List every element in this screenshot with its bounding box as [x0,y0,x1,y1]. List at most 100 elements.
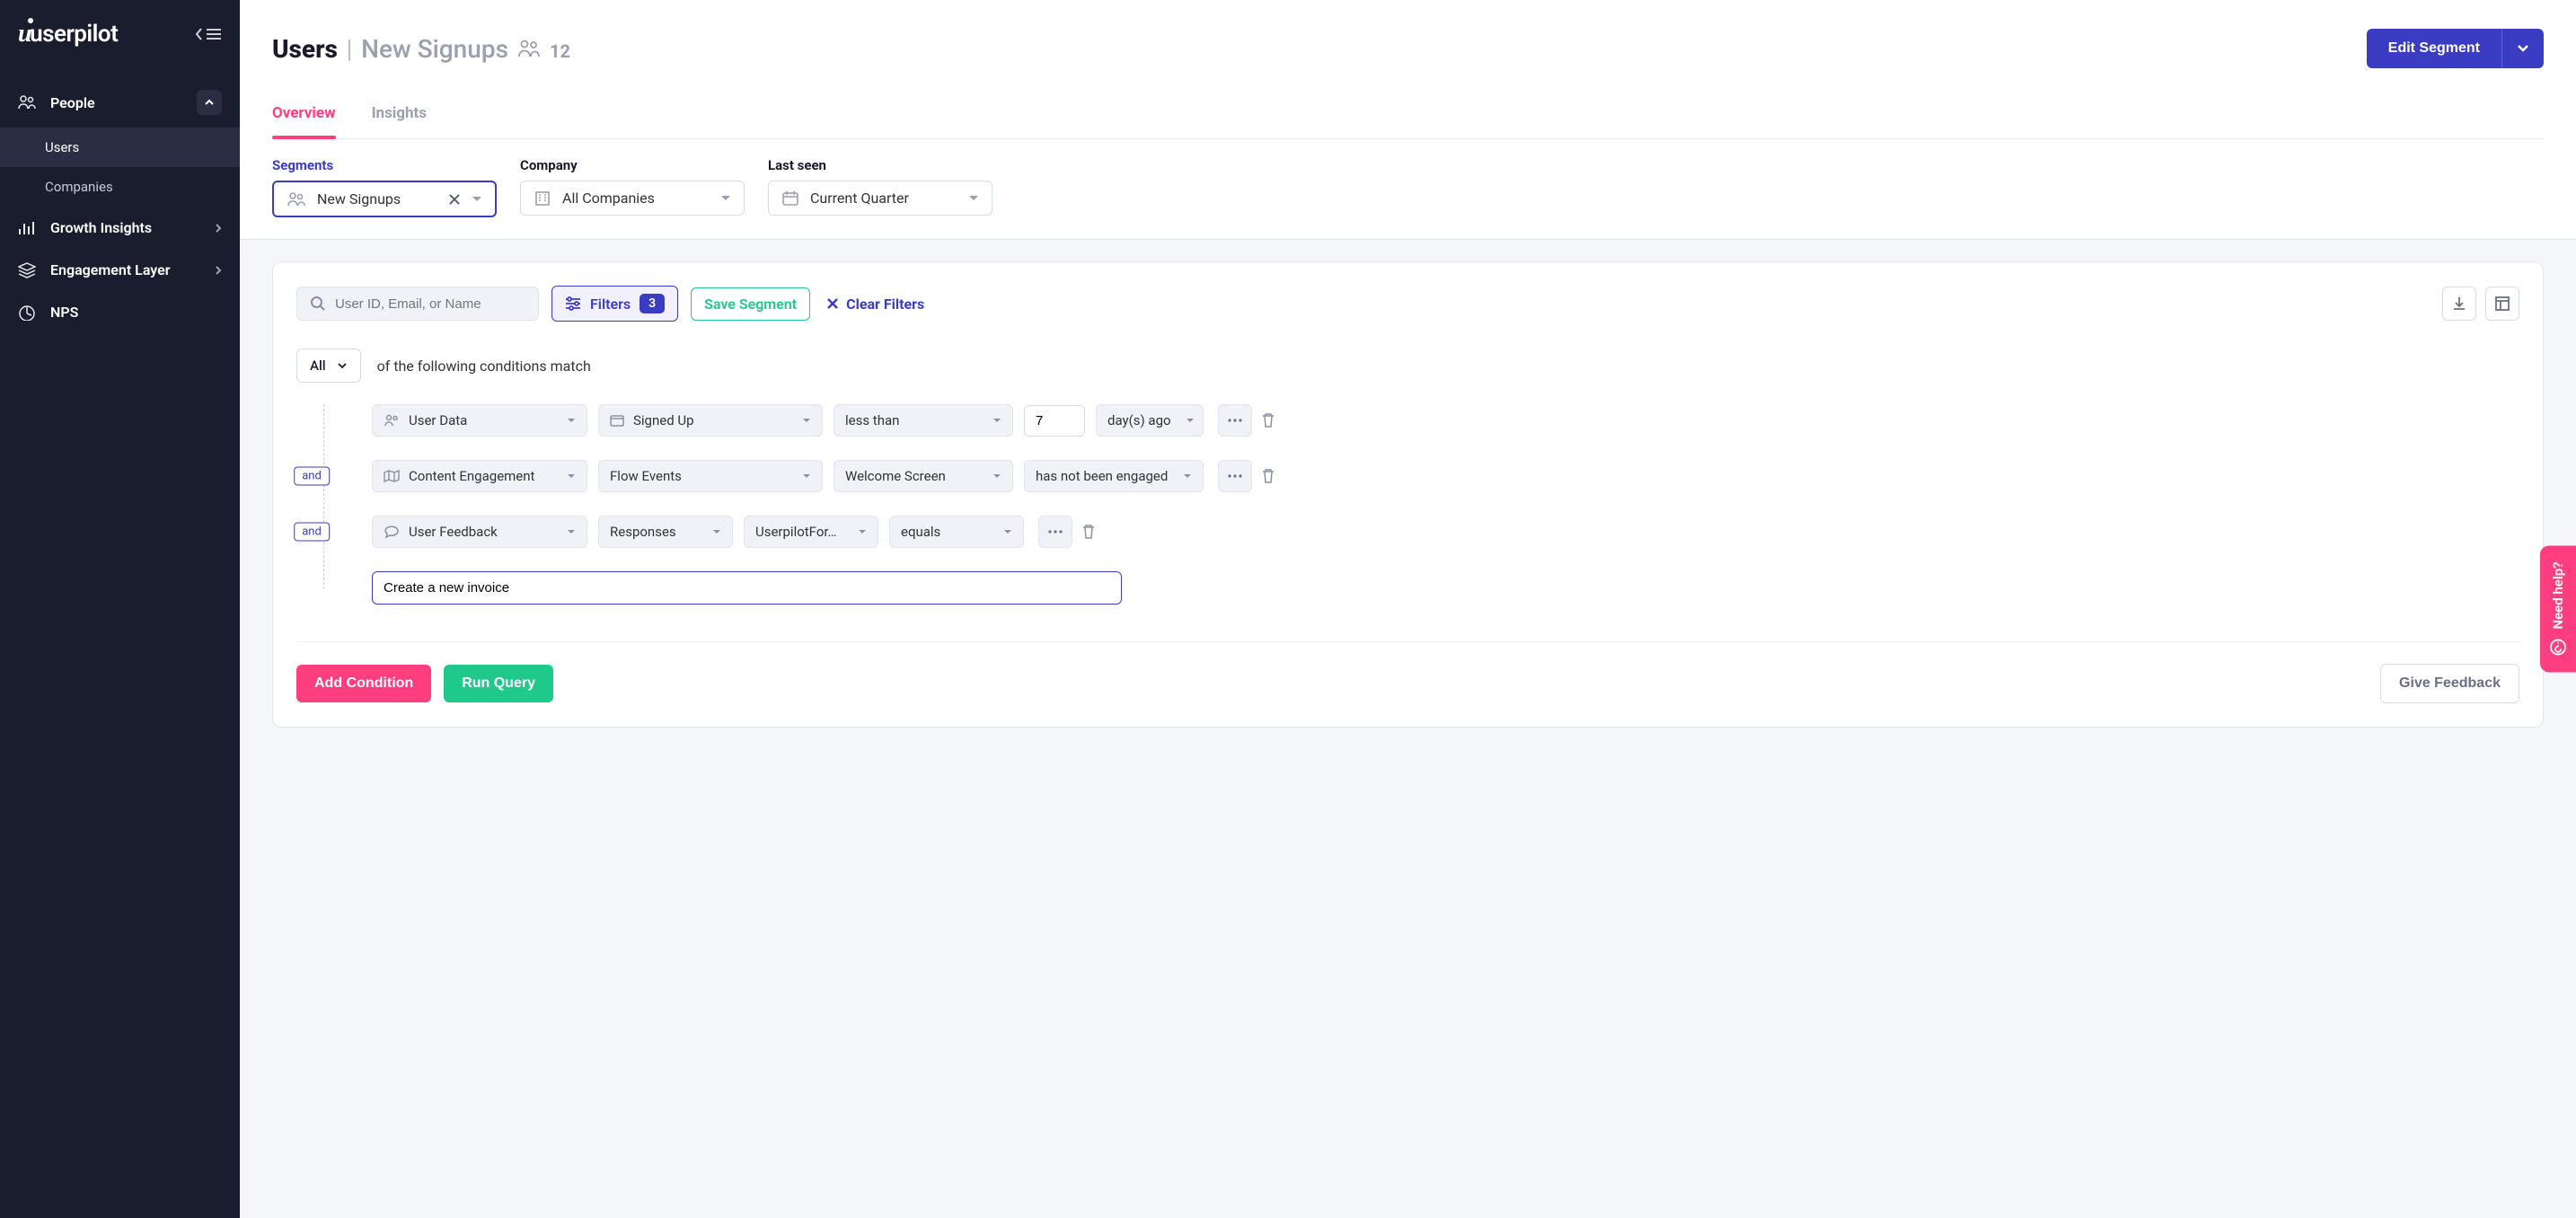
caret-down-icon [802,418,811,423]
condition-value-input[interactable] [372,571,1122,605]
give-feedback-button[interactable]: Give Feedback [2380,664,2519,703]
operator-value: less than [845,412,978,428]
main: Users | New Signups 12 Edit Segment Over [240,0,2576,1218]
clear-filters-label: Clear Filters [846,296,924,313]
query-panel: Filters 3 Save Segment Clear Filters [272,261,2544,728]
source-value: User Data [409,412,552,428]
filter-company: Company All Companies [520,157,745,217]
caret-down-icon [567,529,576,534]
and-operator[interactable]: and [294,523,330,542]
caret-down-icon [858,529,867,534]
row-delete-button[interactable] [1081,524,1096,540]
trash-icon [1261,412,1275,428]
clear-icon[interactable] [448,193,461,206]
target-value: UserpilotFor… [755,524,843,540]
attribute-select[interactable]: Responses [598,516,733,548]
panel-actions [2442,287,2519,321]
page-title: Users | New Signups 12 [272,34,570,64]
help-tab[interactable]: Need help? [2540,545,2576,672]
more-icon [1048,530,1063,534]
filters-chip[interactable]: Filters 3 [551,286,678,322]
and-operator[interactable]: and [294,467,330,486]
lastseen-select[interactable]: Current Quarter [768,181,992,216]
segments-value: New Signups [317,190,437,207]
nav-label: People [50,94,95,111]
tab-overview[interactable]: Overview [272,95,336,138]
filter-label: Company [520,157,745,173]
save-segment-button[interactable]: Save Segment [691,287,810,321]
segments-select[interactable]: New Signups [272,181,497,217]
download-button[interactable] [2442,287,2476,321]
filter-lastseen: Last seen Current Quarter [768,157,992,217]
nav-sub-companies[interactable]: Companies [0,167,240,207]
nav-section-growth-insights[interactable]: Growth Insights [0,207,240,249]
match-mode-select[interactable]: All [296,349,361,383]
row-delete-button[interactable] [1261,468,1275,484]
target-select[interactable]: Welcome Screen [834,460,1013,492]
search-input[interactable] [335,296,525,312]
sidebar-collapse-button[interactable] [195,27,222,41]
building-icon [534,190,551,207]
target-select[interactable]: UserpilotFor… [744,516,878,548]
operator-value: has not been engaged [1036,468,1169,484]
add-condition-button[interactable]: Add Condition [296,665,431,702]
columns-icon [2494,296,2510,312]
caret-down-icon [1186,418,1195,423]
source-value: Content Engagement [409,468,552,484]
condition-rows: User Data Signed Up l [296,402,2519,605]
row-more-button[interactable] [1218,460,1252,492]
edit-segment-button[interactable]: Edit Segment [2367,29,2501,68]
operator-value: equals [901,524,989,540]
nav-section-people[interactable]: People [0,77,240,128]
source-select[interactable]: User Data [372,404,587,437]
company-select[interactable]: All Companies [520,181,745,216]
row-more-button[interactable] [1038,516,1072,548]
unit-value: day(s) ago [1107,412,1171,428]
attribute-value: Responses [610,524,698,540]
title-row: Users | New Signups 12 Edit Segment [272,29,2544,68]
operator-select[interactable]: equals [889,516,1024,548]
connector-line [323,404,324,589]
panel-footer: Add Condition Run Query Give Feedback [296,641,2519,703]
title-main: Users [272,34,338,64]
operator-select[interactable]: less than [834,404,1013,437]
run-query-button[interactable]: Run Query [444,665,553,702]
value-input[interactable] [1024,405,1085,437]
more-icon [1228,419,1242,422]
caret-down-icon [567,473,576,479]
chevron-up-icon [197,90,222,115]
more-icon [1228,474,1242,478]
attribute-select[interactable]: Flow Events [598,460,823,492]
source-select[interactable]: User Feedback [372,516,587,548]
title-count: 12 [550,40,570,62]
sidebar-header: uuserpilot [0,0,240,68]
people-icon [517,40,541,57]
clear-filters-button[interactable]: Clear Filters [826,296,924,313]
filter-label[interactable]: Segments [272,157,497,173]
unit-select[interactable]: day(s) ago [1096,404,1204,437]
edit-segment-dropdown[interactable] [2501,29,2544,68]
operator-select[interactable]: has not been engaged [1024,460,1204,492]
tab-insights[interactable]: Insights [372,95,427,138]
conditions-head: All of the following conditions match [296,349,2519,383]
search-input-wrap[interactable] [296,287,539,321]
columns-button[interactable] [2485,287,2519,321]
caret-down-icon [802,473,811,479]
title-separator: | [347,34,352,64]
caret-down-icon [968,195,979,202]
conditions: All of the following conditions match [296,349,2519,605]
nav-label: Growth Insights [50,219,152,236]
filter-label: Last seen [768,157,992,173]
attribute-select[interactable]: Signed Up [598,404,823,437]
conditions-text: of the following conditions match [377,357,591,375]
page-header: Users | New Signups 12 Edit Segment Over [240,0,2576,139]
nav-section-nps[interactable]: NPS [0,291,240,333]
row-more-button[interactable] [1218,404,1252,437]
logo: uuserpilot [18,20,118,49]
nav-section-engagement-layer[interactable]: Engagement Layer [0,249,240,291]
nav-sub-users[interactable]: Users [0,128,240,167]
chevron-down-icon [337,362,348,369]
source-select[interactable]: Content Engagement [372,460,587,492]
row-delete-button[interactable] [1261,412,1275,428]
caret-down-icon [712,529,721,534]
